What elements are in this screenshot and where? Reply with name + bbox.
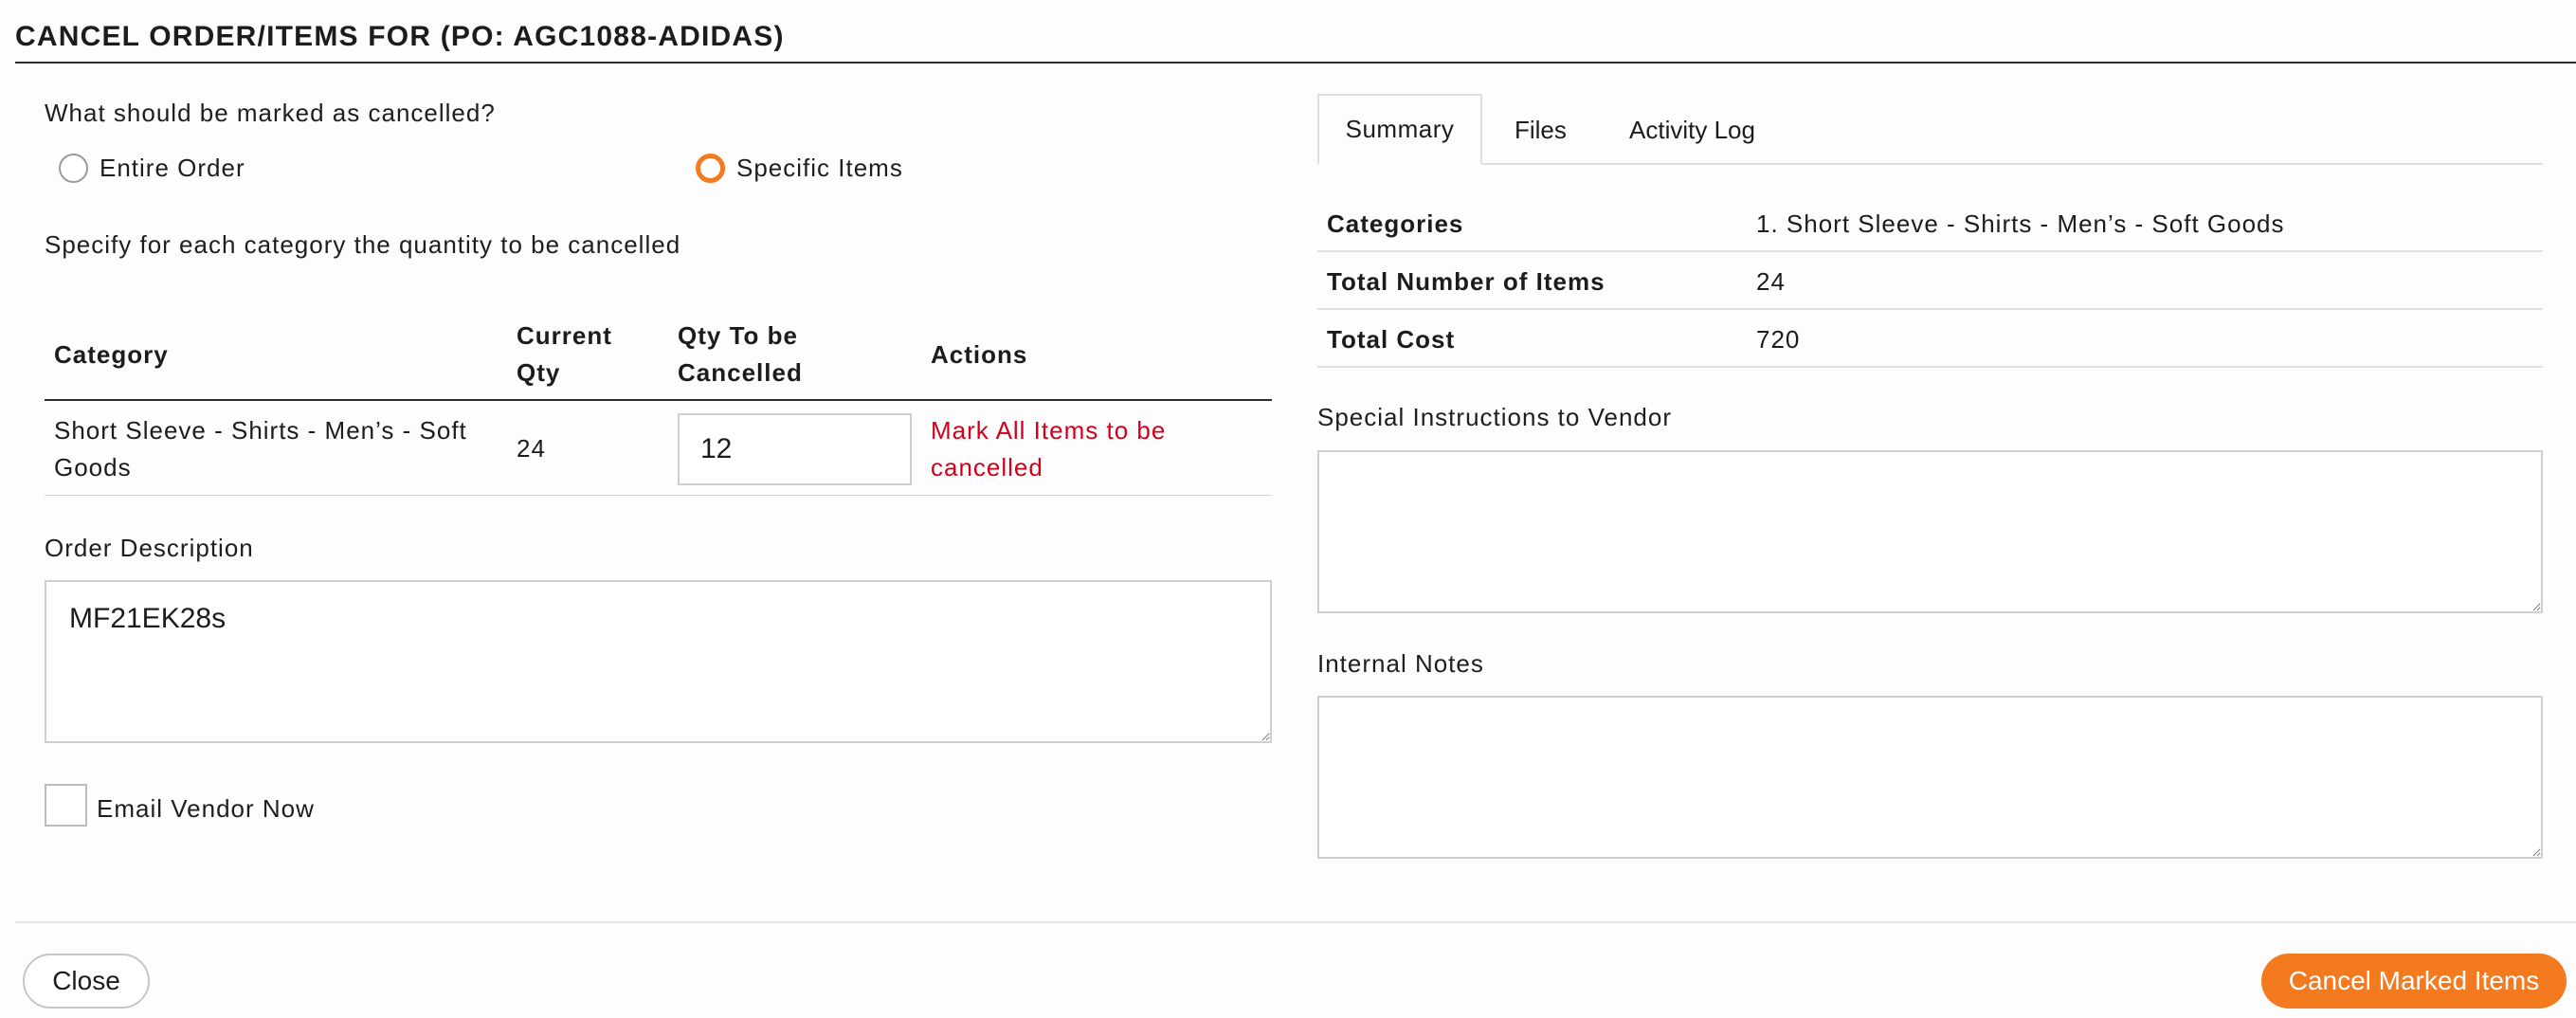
table-cell-category: Short Sleeve - Shirts - Men’s - Soft Goo… [54,412,467,486]
table-header-divider [45,399,1272,401]
category-line1: Short Sleeve - Shirts - Men’s - Soft [54,416,467,445]
col-header-qty-cancel-line2: Cancelled [678,358,803,387]
summary-value-total-cost: 720 [1756,325,1801,354]
col-header-current-qty: Current Qty [517,318,612,391]
internal-notes-textarea[interactable] [1317,696,2543,859]
summary-label-total-items: Total Number of Items [1327,267,1605,296]
tab-summary[interactable]: Summary [1317,94,1482,165]
col-header-current-qty-line1: Current [517,321,612,350]
qty-to-cancel-input[interactable] [678,413,912,485]
cancel-question: What should be marked as cancelled? [45,99,496,127]
summary-value-total-items: 24 [1756,267,1786,296]
summary-divider [1317,308,2543,310]
col-header-qty-cancel-line1: Qty To be [678,321,798,350]
col-header-qty-cancel: Qty To be Cancelled [678,318,803,391]
tab-files[interactable]: Files [1515,116,1567,145]
col-header-category: Category [54,340,169,369]
tab-activity-log[interactable]: Activity Log [1629,116,1755,145]
summary-label-total-cost: Total Cost [1327,325,1456,354]
special-instructions-label: Special Instructions to Vendor [1317,403,1672,431]
close-button[interactable]: Close [23,954,150,1009]
radio-specific-items[interactable]: Specific Items [696,154,903,183]
order-description-textarea[interactable]: MF21EK28s [45,580,1272,743]
tabs-baseline [1317,163,2543,165]
dialog-title: CANCEL ORDER/ITEMS FOR (PO: AGC1088-ADID… [15,21,785,52]
mark-all-line1: Mark All Items to be [931,416,1167,445]
radio-label-entire-order: Entire Order [100,154,245,182]
email-vendor-label: Email Vendor Now [97,794,315,823]
col-header-current-qty-line2: Qty [517,358,561,387]
footer-divider [15,921,2576,923]
email-vendor-checkbox[interactable] [45,784,87,827]
col-header-actions: Actions [931,340,1028,369]
radio-unchecked-icon[interactable] [59,154,88,183]
radio-entire-order[interactable]: Entire Order [59,154,245,183]
table-cell-current-qty: 24 [517,434,546,463]
summary-divider [1317,366,2543,368]
summary-label-categories: Categories [1327,209,1464,238]
title-divider [15,62,2576,64]
category-line2: Goods [54,453,132,482]
radio-checked-icon[interactable] [696,154,725,183]
internal-notes-label: Internal Notes [1317,649,1484,678]
quantity-instruction: Specify for each category the quantity t… [45,230,681,259]
table-row-divider [45,495,1272,496]
special-instructions-textarea[interactable] [1317,450,2543,613]
cancel-marked-items-button[interactable]: Cancel Marked Items [2261,954,2567,1009]
radio-label-specific-items: Specific Items [736,154,903,182]
summary-divider [1317,250,2543,252]
order-description-label: Order Description [45,534,254,562]
mark-all-cancelled-link[interactable]: Mark All Items to be cancelled [931,412,1166,486]
mark-all-line2: cancelled [931,453,1043,482]
summary-value-categories: 1. Short Sleeve - Shirts - Men’s - Soft … [1756,209,2285,238]
